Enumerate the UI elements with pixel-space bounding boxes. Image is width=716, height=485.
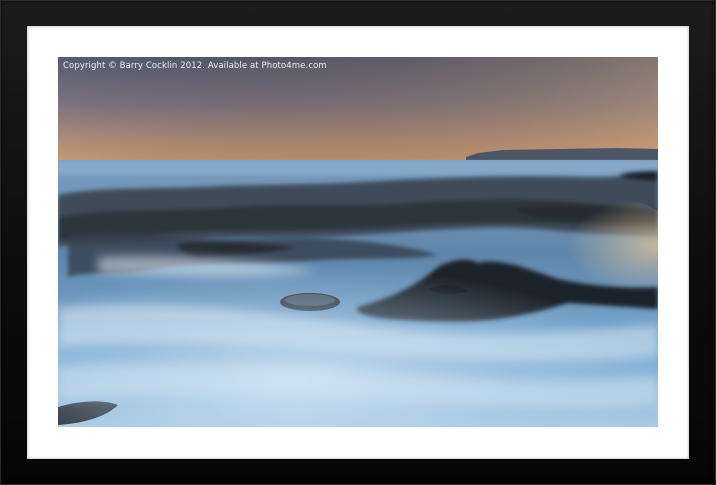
seascape-image	[58, 57, 658, 427]
photo-print: Copyright © Barry Cocklin 2012. Availabl…	[58, 57, 658, 427]
horizon-surf	[58, 161, 658, 175]
sky-warm-glow	[58, 57, 658, 162]
copyright-watermark: Copyright © Barry Cocklin 2012. Availabl…	[63, 61, 327, 71]
